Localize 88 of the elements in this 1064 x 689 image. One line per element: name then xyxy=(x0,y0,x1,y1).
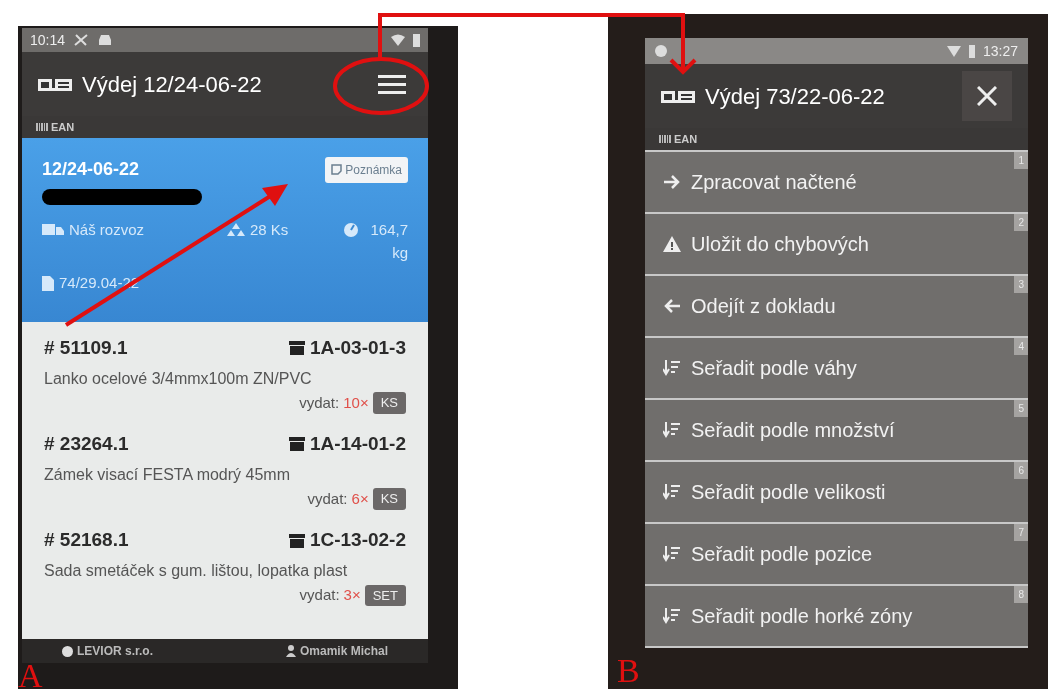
note-button[interactable]: Poznámka xyxy=(325,156,408,183)
item-location: 1A-03-01-3 xyxy=(309,336,406,360)
menu-item-label: Odejít z dokladu xyxy=(691,294,836,319)
issue-label: vydat: xyxy=(299,585,340,606)
document-icon xyxy=(42,275,54,291)
menu-item[interactable]: Seřadit podle váhy 4 xyxy=(645,336,1028,398)
warning-icon xyxy=(663,235,681,253)
battery-icon xyxy=(413,33,420,47)
globe-icon xyxy=(62,645,73,657)
sort-descending-icon xyxy=(663,359,681,377)
menu-item-label: Seřadit podle množství xyxy=(691,418,895,443)
wifi-icon xyxy=(946,45,961,57)
piece-count: 28 Ks xyxy=(250,220,289,240)
barcode-icon xyxy=(36,123,48,131)
logo-icon xyxy=(661,88,695,104)
close-icon xyxy=(977,86,997,106)
menu-item-label: Uložit do chybových xyxy=(691,232,869,257)
menu-item-label: Seřadit podle váhy xyxy=(691,356,857,381)
item-location: 1A-14-01-2 xyxy=(309,432,406,457)
barcode-icon xyxy=(659,135,671,143)
arrow-right-icon xyxy=(663,173,681,191)
issue-label: vydat: xyxy=(307,488,348,509)
screen-title: Výdej 73/22-06-22 xyxy=(705,82,886,111)
item-name: Sada smetáček s gum. lištou, lopatka plast xyxy=(44,560,349,581)
item-code: # 52168.1 xyxy=(44,528,129,553)
scan-mode-label: EAN xyxy=(51,119,75,135)
shortcut-badge: 8 xyxy=(1014,586,1028,603)
sort-descending-icon xyxy=(663,483,681,501)
order-number: 12/24-06-22 xyxy=(42,158,140,181)
menu-item-label: Seřadit podle velikosti xyxy=(691,480,886,505)
note-icon xyxy=(331,164,343,175)
menu-item[interactable]: Odejít z dokladu 3 xyxy=(645,274,1028,336)
shortcut-badge: 3 xyxy=(1014,276,1028,293)
menu-icon xyxy=(378,74,406,94)
menu-item-label: Seřadit podle horké zóny xyxy=(691,604,913,629)
panel-label: B xyxy=(617,654,640,688)
shortcut-badge: 4 xyxy=(1014,338,1028,355)
menu-item[interactable]: Uložit do chybových 2 xyxy=(645,212,1028,274)
total-weight: 164,7 kg xyxy=(369,220,408,263)
sort-descending-icon xyxy=(663,545,681,563)
arrow-left-icon xyxy=(663,297,681,315)
issue-quantity: 10× xyxy=(343,392,369,413)
issue-quantity: 6× xyxy=(351,488,369,509)
archive-box-icon xyxy=(288,437,305,452)
car-icon xyxy=(97,33,114,47)
boxes-icon xyxy=(227,223,245,238)
menu-item[interactable]: Seřadit podle horké zóny 8 xyxy=(645,584,1028,646)
company-name: LEVIOR s.r.o. xyxy=(77,643,154,660)
unit-badge: KS xyxy=(372,392,406,414)
status-time: 10:14 xyxy=(30,30,66,50)
item-name: Zámek visací FESTA modrý 45mm xyxy=(44,464,291,485)
menu-item[interactable]: Seřadit podle velikosti 6 xyxy=(645,460,1028,522)
item-name: Lanko ocelové 3/4mmx100m ZN/PVC xyxy=(44,368,313,389)
panel-label: A xyxy=(18,659,43,689)
screen-title: Výdej 12/24-06-22 xyxy=(82,70,263,99)
shortcut-badge: 2 xyxy=(1014,214,1028,231)
delivery-type: Náš rozvoz xyxy=(69,220,145,240)
shortcut-badge: 6 xyxy=(1014,462,1028,479)
issue-quantity: 3× xyxy=(343,585,361,606)
sort-descending-icon xyxy=(663,421,681,439)
status-time: 13:27 xyxy=(982,41,1018,61)
unit-badge: KS xyxy=(372,488,406,510)
menu-item-label: Zpracovat načtené xyxy=(691,170,857,195)
menu-item[interactable]: Zpracovat načtené 1 xyxy=(645,150,1028,212)
menu-item[interactable]: Seřadit podle množství 5 xyxy=(645,398,1028,460)
menu-item-label: Seřadit podle pozice xyxy=(691,542,873,567)
logo-icon xyxy=(38,76,72,92)
circle-icon xyxy=(655,45,667,57)
user-icon xyxy=(285,645,296,657)
battery-icon xyxy=(968,44,975,58)
wifi-icon xyxy=(391,34,405,46)
archive-box-icon xyxy=(288,341,305,356)
archive-box-icon xyxy=(288,533,305,548)
close-button[interactable] xyxy=(962,71,1012,121)
item-location: 1C-13-02-2 xyxy=(309,528,406,553)
unit-badge: SET xyxy=(364,584,406,607)
shortcut-badge: 1 xyxy=(1014,152,1028,169)
item-code: # 51109.1 xyxy=(44,336,128,360)
truck-icon xyxy=(42,223,64,238)
sort-descending-icon xyxy=(663,607,681,625)
scan-mode-label: EAN xyxy=(674,131,698,147)
gauge-icon xyxy=(343,221,359,237)
issue-label: vydat: xyxy=(299,392,340,413)
user-name: Omamik Michal xyxy=(299,643,388,660)
shortcut-badge: 5 xyxy=(1014,400,1028,417)
shortcut-badge: 7 xyxy=(1014,524,1028,541)
menu-item[interactable]: Seřadit podle pozice 7 xyxy=(645,522,1028,584)
item-code: # 23264.1 xyxy=(44,432,129,457)
